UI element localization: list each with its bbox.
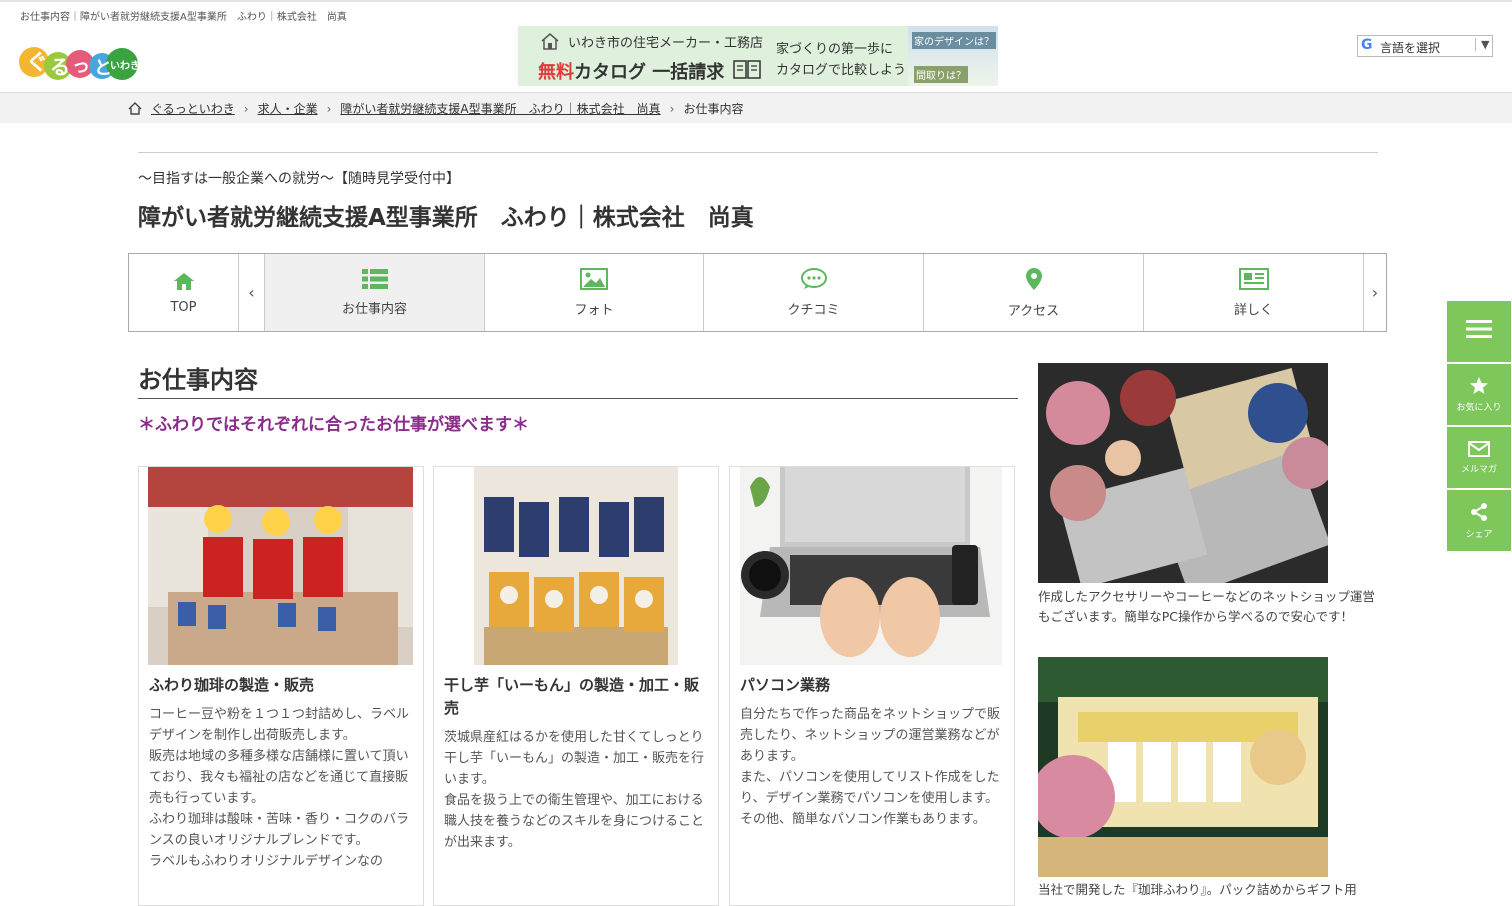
work-photo-coffee	[148, 467, 413, 665]
breadcrumb-bar: ぐるっといわき › 求人・企業 › 障がい者就労継続支援A型事業所 ふわり｜株式…	[0, 92, 1512, 123]
site-logo[interactable]: ぐ る っ と いわき	[18, 26, 140, 90]
tab-top-label: TOP	[170, 299, 197, 315]
tab-work-label: お仕事内容	[341, 301, 407, 317]
tab-access-label: アクセス	[1007, 303, 1060, 319]
book-icon	[733, 60, 761, 79]
section-underline	[138, 398, 1018, 399]
work-card: 干し芋「いーもん」の製造・加工・販売 茨城県産紅はるかを使用した甘くてしっとり干…	[433, 466, 719, 906]
breadcrumb: ぐるっといわき › 求人・企業 › 障がい者就労継続支援A型事業所 ふわり｜株式…	[128, 100, 743, 117]
work-card: パソコン業務 自分たちで作った商品をネットショップで販売したり、ネットショップの…	[729, 466, 1015, 906]
breadcrumb-home[interactable]: ぐるっといわき	[151, 100, 235, 117]
language-label: 言語を選択	[1380, 41, 1441, 55]
tab-detail[interactable]: 詳しく	[1144, 254, 1364, 331]
google-icon: G	[1361, 37, 1373, 53]
tab-prev-arrow[interactable]: ‹	[239, 254, 265, 331]
tab-next-arrow[interactable]: ›	[1364, 254, 1386, 331]
top-border	[0, 0, 1512, 2]
chat-icon	[800, 267, 827, 289]
house-icon	[541, 33, 559, 50]
work-card-body: 茨城県産紅はるかを使用した甘くてしっとり干し芋「いーもん」の製造・加工・販売を行…	[444, 730, 705, 850]
svg-text:る: る	[50, 55, 70, 79]
shop-tab-nav: TOP ‹ お仕事内容 フォト クチコミ アクセス 詳しく ›	[128, 253, 1387, 332]
breadcrumb-company[interactable]: 障がい者就労継続支援A型事業所 ふわり｜株式会社 尚真	[340, 100, 660, 117]
svg-text:ぐ: ぐ	[26, 51, 48, 76]
home-icon	[173, 272, 194, 290]
tab-detail-label: 詳しく	[1233, 302, 1273, 318]
shop-catchphrase: ～目指すは一般企業への就労～【随時見学受付中】	[138, 171, 460, 187]
side-caption-2: 当社で開発した『珈琲ふわり』。パック詰めからギフト用	[1038, 882, 1357, 897]
shop-name: 障がい者就労継続支援A型事業所 ふわり｜株式会社 尚真	[138, 205, 754, 231]
banner-mid2: カタログで比較しよう！	[776, 63, 920, 78]
banner-line2: 無料カタログ 一括請求	[538, 58, 724, 84]
work-card-title: ふわり珈琲の製造・販売	[149, 676, 315, 694]
banner-mid1: 家づくりの第一歩に	[776, 42, 894, 57]
tab-top[interactable]: TOP	[129, 254, 239, 331]
mail-icon	[1468, 440, 1490, 457]
section-title: お仕事内容	[138, 366, 258, 394]
work-card-title: 干し芋「いーもん」の製造・加工・販売	[444, 676, 700, 717]
newsletter-label: メルマガ	[1460, 464, 1497, 475]
work-photo-imo	[474, 467, 678, 665]
page-tiny-title: お仕事内容｜障がい者就労継続支援A型事業所 ふわり｜株式会社 尚真	[20, 12, 347, 23]
list-icon	[361, 268, 388, 289]
svg-text:っ: っ	[72, 56, 90, 77]
photo-icon	[580, 267, 608, 290]
side-photo-accessories	[1038, 363, 1328, 583]
language-select[interactable]: G 言語を選択 ▼	[1357, 35, 1493, 57]
share-label: シェア	[1465, 529, 1493, 540]
ad-banner[interactable]: いわき市の住宅メーカー・工務店 無料カタログ 一括請求 家づくりの第一歩に カタ…	[518, 26, 998, 86]
tab-review-label: クチコミ	[787, 302, 840, 318]
star-icon	[1470, 377, 1488, 394]
work-photo-pc	[740, 467, 1002, 665]
share-button[interactable]: シェア	[1447, 490, 1511, 551]
share-icon	[1471, 502, 1487, 521]
hamburger-icon	[1466, 320, 1492, 338]
banner-line1: いわき市の住宅メーカー・工務店	[568, 36, 764, 51]
side-caption-1: 作成したアクセサリーやコーヒーなどのネットショップ運営もございます。簡単なPC操…	[1038, 589, 1375, 624]
tab-access[interactable]: アクセス	[924, 254, 1144, 331]
tab-photo-label: フォト	[574, 302, 614, 318]
newspaper-icon	[1238, 267, 1269, 290]
home-icon	[128, 102, 142, 115]
breadcrumb-sep: ›	[669, 101, 675, 116]
work-card-title: パソコン業務	[740, 676, 831, 694]
breadcrumb-sep: ›	[326, 101, 332, 116]
map-pin-icon	[1025, 267, 1042, 290]
banner-photo: 家のデザインは？ 間取りは？	[908, 26, 998, 86]
tab-review[interactable]: クチコミ	[704, 254, 924, 331]
favorite-label: お気に入り	[1456, 403, 1502, 413]
banner-right2: 間取りは？	[914, 66, 968, 83]
work-card: ふわり珈琲の製造・販売 コーヒー豆や粉を１つ１つ封詰めし、ラベルデザインを制作し…	[138, 466, 424, 906]
banner-free: 無料	[538, 62, 574, 83]
breadcrumb-sep: ›	[243, 101, 249, 116]
breadcrumb-current: お仕事内容	[683, 102, 744, 116]
work-card-body: 自分たちで作った商品をネットショップで販売したり、ネットショップの運営業務などが…	[740, 707, 1001, 827]
newsletter-button[interactable]: メルマガ	[1447, 427, 1511, 488]
banner-right1: 家のデザインは？	[912, 32, 996, 49]
tab-work[interactable]: お仕事内容	[265, 254, 485, 331]
side-photo-coffee-gift	[1038, 657, 1328, 877]
work-card-body: コーヒー豆や粉を１つ１つ封詰めし、ラベルデザインを制作し出荷販売します。 販売は…	[149, 707, 410, 869]
breadcrumb-jobs[interactable]: 求人・企業	[258, 100, 318, 117]
divider	[138, 152, 1378, 153]
section-subhead: ＊ふわりではそれぞれに合ったお仕事が選べます＊	[138, 415, 529, 435]
banner-catalog: カタログ 一括請求	[574, 62, 725, 83]
chevron-down-icon: ▼	[1475, 38, 1489, 51]
menu-button[interactable]	[1447, 301, 1511, 362]
tab-photo[interactable]: フォト	[485, 254, 704, 331]
svg-text:いわき: いわき	[110, 60, 140, 72]
favorite-button[interactable]: お気に入り	[1447, 364, 1511, 425]
